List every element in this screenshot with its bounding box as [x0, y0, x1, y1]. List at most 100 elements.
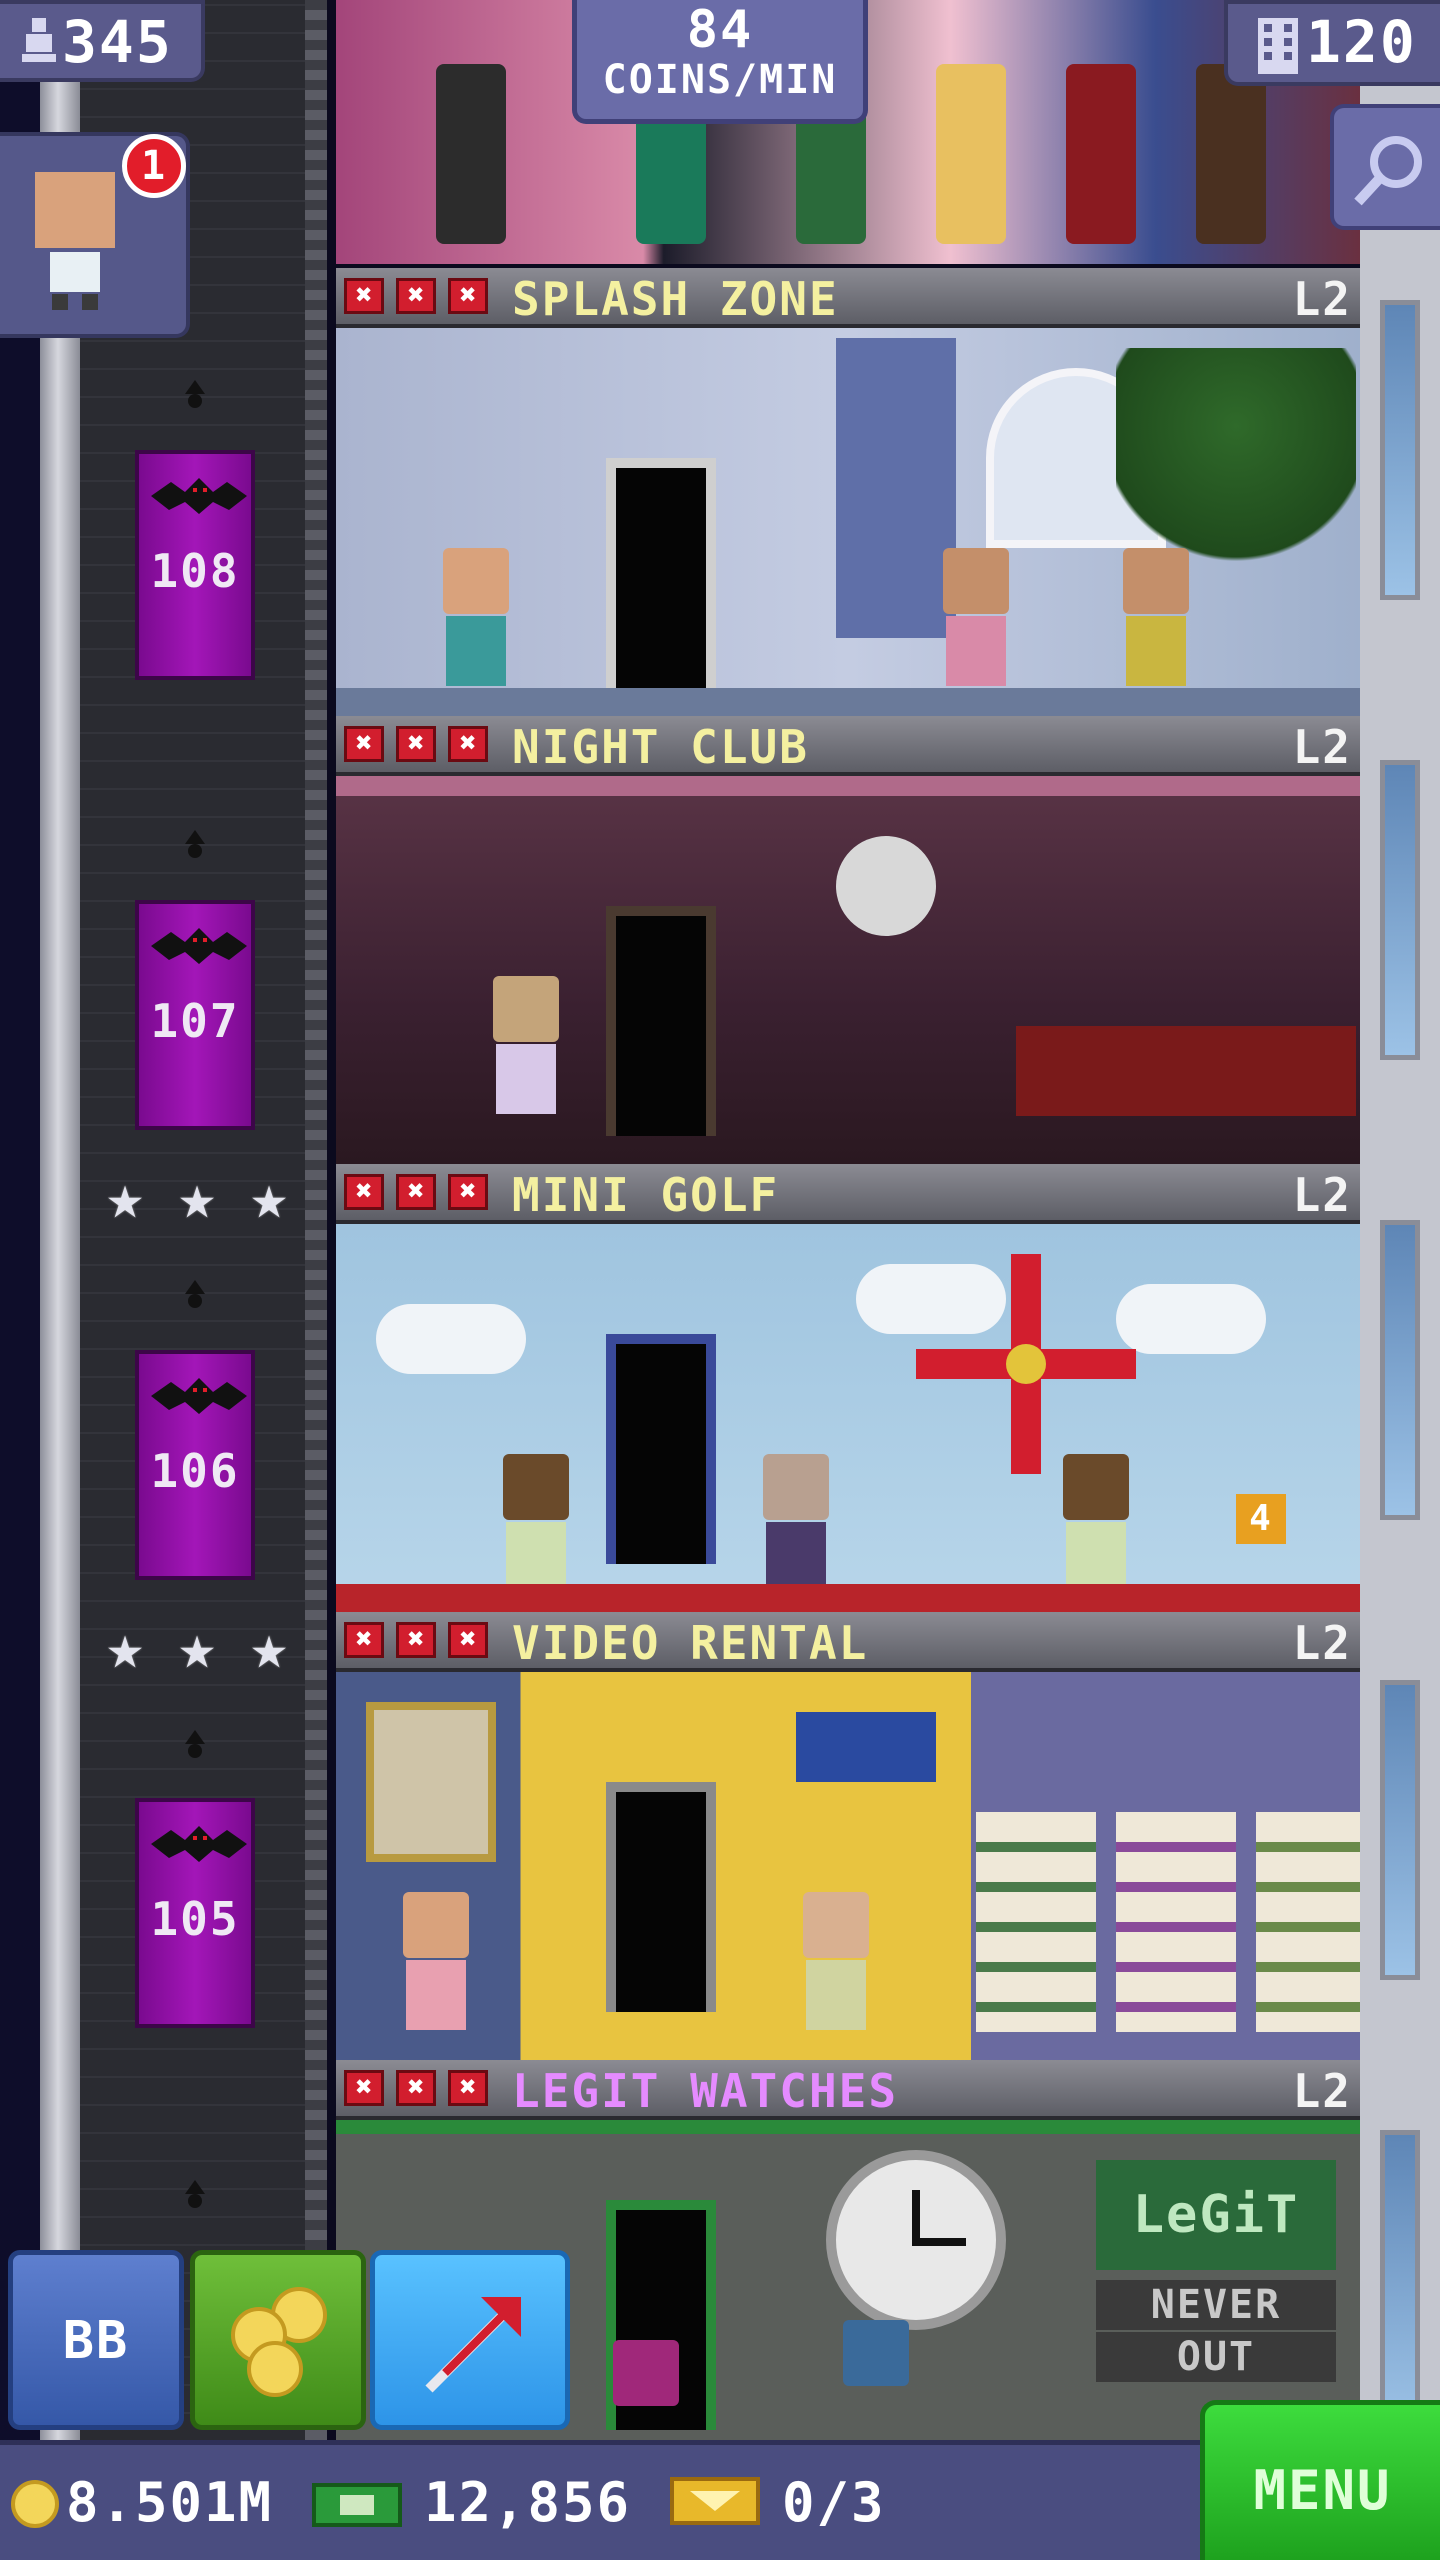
stock-empty-icon: ✖	[344, 1174, 384, 1210]
coins-per-minute-panel[interactable]: 84 COINS/MIN	[572, 0, 868, 124]
floor-name: MINI GOLF	[512, 1168, 780, 1222]
disco-ball	[836, 836, 936, 936]
bitizen[interactable]	[1196, 64, 1266, 244]
bitizen[interactable]	[396, 1892, 476, 2032]
coins-icon	[231, 2287, 327, 2397]
floor-ledge	[336, 688, 1360, 716]
floor-name: LEGIT WATCHES	[512, 2064, 899, 2118]
coin-icon	[11, 2480, 59, 2528]
bux-balance: 12,856	[424, 2471, 632, 2534]
floor-level: L2	[1292, 1616, 1352, 1670]
star-icon: ★	[250, 1160, 288, 1233]
stock-empty-icon: ✖	[344, 2070, 384, 2106]
elevator-door-107[interactable]: 107	[135, 900, 255, 1130]
elevator-floor-number: 107	[150, 994, 240, 1048]
floor-mini-golf[interactable]: ✖ ✖ ✖ MINI GOLF L2 4	[336, 1164, 1360, 1612]
bitizen[interactable]	[1116, 548, 1196, 688]
floor-splash-zone[interactable]: ✖ ✖ ✖ SPLASH ZONE L2	[336, 268, 1360, 716]
elevator-door-105[interactable]: 105	[135, 1798, 255, 2028]
elevator-call-lamp	[180, 2180, 210, 2210]
star-icon: ★	[178, 1610, 216, 1683]
elevator-door-106[interactable]: 106	[135, 1350, 255, 1580]
search-button[interactable]	[1330, 104, 1440, 230]
lounge-couch	[1016, 1026, 1356, 1116]
room-interior[interactable]	[336, 1672, 1360, 2060]
floor-night-club[interactable]: ✖ ✖ ✖ NIGHT CLUB L2	[336, 716, 1360, 1164]
room-door	[606, 906, 716, 1136]
bitbook-label: BB	[62, 2311, 130, 2371]
floor-header[interactable]: ✖ ✖ ✖ SPLASH ZONE L2	[336, 268, 1360, 328]
bitizen[interactable]	[836, 2320, 916, 2440]
elevator-call-lamp	[180, 1280, 210, 1310]
movie-poster	[366, 1702, 496, 1862]
room-interior[interactable]	[336, 328, 1360, 716]
night-sky	[0, 0, 40, 2440]
bitizen[interactable]	[496, 1454, 576, 1594]
floor-header[interactable]: ✖ ✖ ✖ NIGHT CLUB L2	[336, 716, 1360, 776]
menu-label: MENU	[1253, 2459, 1392, 2522]
elevator-rail	[305, 0, 327, 2440]
coins-button[interactable]	[190, 2250, 366, 2430]
room-door	[606, 458, 716, 688]
store-sign-text: NEVER	[1096, 2280, 1336, 2330]
bitizen[interactable]	[796, 1892, 876, 2032]
star-icon: ★	[106, 1160, 144, 1233]
stock-empty-icon: ✖	[396, 278, 436, 314]
room-interior[interactable]: 4	[336, 1224, 1360, 1612]
bitizen[interactable]	[436, 64, 506, 244]
elevator-floor-number: 106	[150, 1444, 240, 1498]
bitizen[interactable]	[936, 64, 1006, 244]
arrow-up-right-icon	[425, 2297, 521, 2393]
ticket-icon	[670, 2477, 760, 2525]
elevator-call-lamp	[180, 380, 210, 410]
search-icon	[1354, 136, 1422, 206]
bitizen[interactable]	[1056, 1454, 1136, 1594]
floor-level: L2	[1292, 2064, 1352, 2118]
hole-number-sign: 4	[1236, 1494, 1286, 1544]
floor-count-value: 120	[1306, 8, 1417, 76]
room-door	[606, 1782, 716, 2012]
room-interior[interactable]	[336, 776, 1360, 1164]
tower-window	[1380, 1680, 1420, 1980]
population-counter[interactable]: 345	[0, 0, 205, 82]
floor-level: L2	[1292, 720, 1352, 774]
stock-empty-icon: ✖	[344, 278, 384, 314]
bat-icon	[151, 478, 247, 514]
menu-button[interactable]: MENU	[1200, 2400, 1440, 2560]
notification-badge: 1	[122, 134, 186, 198]
stage-truss	[336, 776, 1360, 796]
store-sign: LeGiT	[1096, 2160, 1336, 2270]
bitizen[interactable]	[436, 548, 516, 688]
tower-window	[1380, 2130, 1420, 2430]
stock-empty-icon: ✖	[448, 278, 488, 314]
floor-stars: ★ ★ ★	[92, 1612, 302, 1682]
floor-header[interactable]: ✖ ✖ ✖ LEGIT WATCHES L2	[336, 2060, 1360, 2120]
stock-empty-icon: ✖	[396, 726, 436, 762]
bitizen[interactable]	[1066, 64, 1136, 244]
person-icon	[22, 18, 56, 62]
bitizen[interactable]	[486, 976, 566, 1116]
bitizen[interactable]	[936, 548, 1016, 688]
elevator-call-lamp	[180, 1730, 210, 1760]
floor-level: L2	[1292, 1168, 1352, 1222]
star-icon: ★	[250, 1610, 288, 1683]
bitizen-button[interactable]: 1	[0, 132, 190, 338]
bitbook-button[interactable]: BB	[8, 2250, 184, 2430]
floor-header[interactable]: ✖ ✖ ✖ MINI GOLF L2	[336, 1164, 1360, 1224]
elevator-door-108[interactable]: 108	[135, 450, 255, 680]
bat-icon	[151, 1378, 247, 1414]
bitizen[interactable]	[756, 1454, 836, 1594]
elevator-floor-number: 105	[150, 1892, 240, 1946]
floor-video-rental[interactable]: ✖ ✖ ✖ VIDEO RENTAL L2	[336, 1612, 1360, 2060]
bitizen[interactable]	[606, 2340, 686, 2440]
star-icon: ★	[106, 1610, 144, 1683]
stock-empty-icon: ✖	[344, 726, 384, 762]
floor-counter[interactable]: 120	[1224, 0, 1440, 86]
store-sign-text: OUT	[1096, 2332, 1336, 2382]
stock-empty-icon: ✖	[448, 1174, 488, 1210]
floor-header[interactable]: ✖ ✖ ✖ VIDEO RENTAL L2	[336, 1612, 1360, 1672]
tickets-count: 0/3	[782, 2471, 886, 2534]
raffle-button[interactable]	[370, 2250, 570, 2430]
building-icon	[1258, 18, 1298, 74]
bitizen-avatar-icon	[35, 172, 115, 310]
